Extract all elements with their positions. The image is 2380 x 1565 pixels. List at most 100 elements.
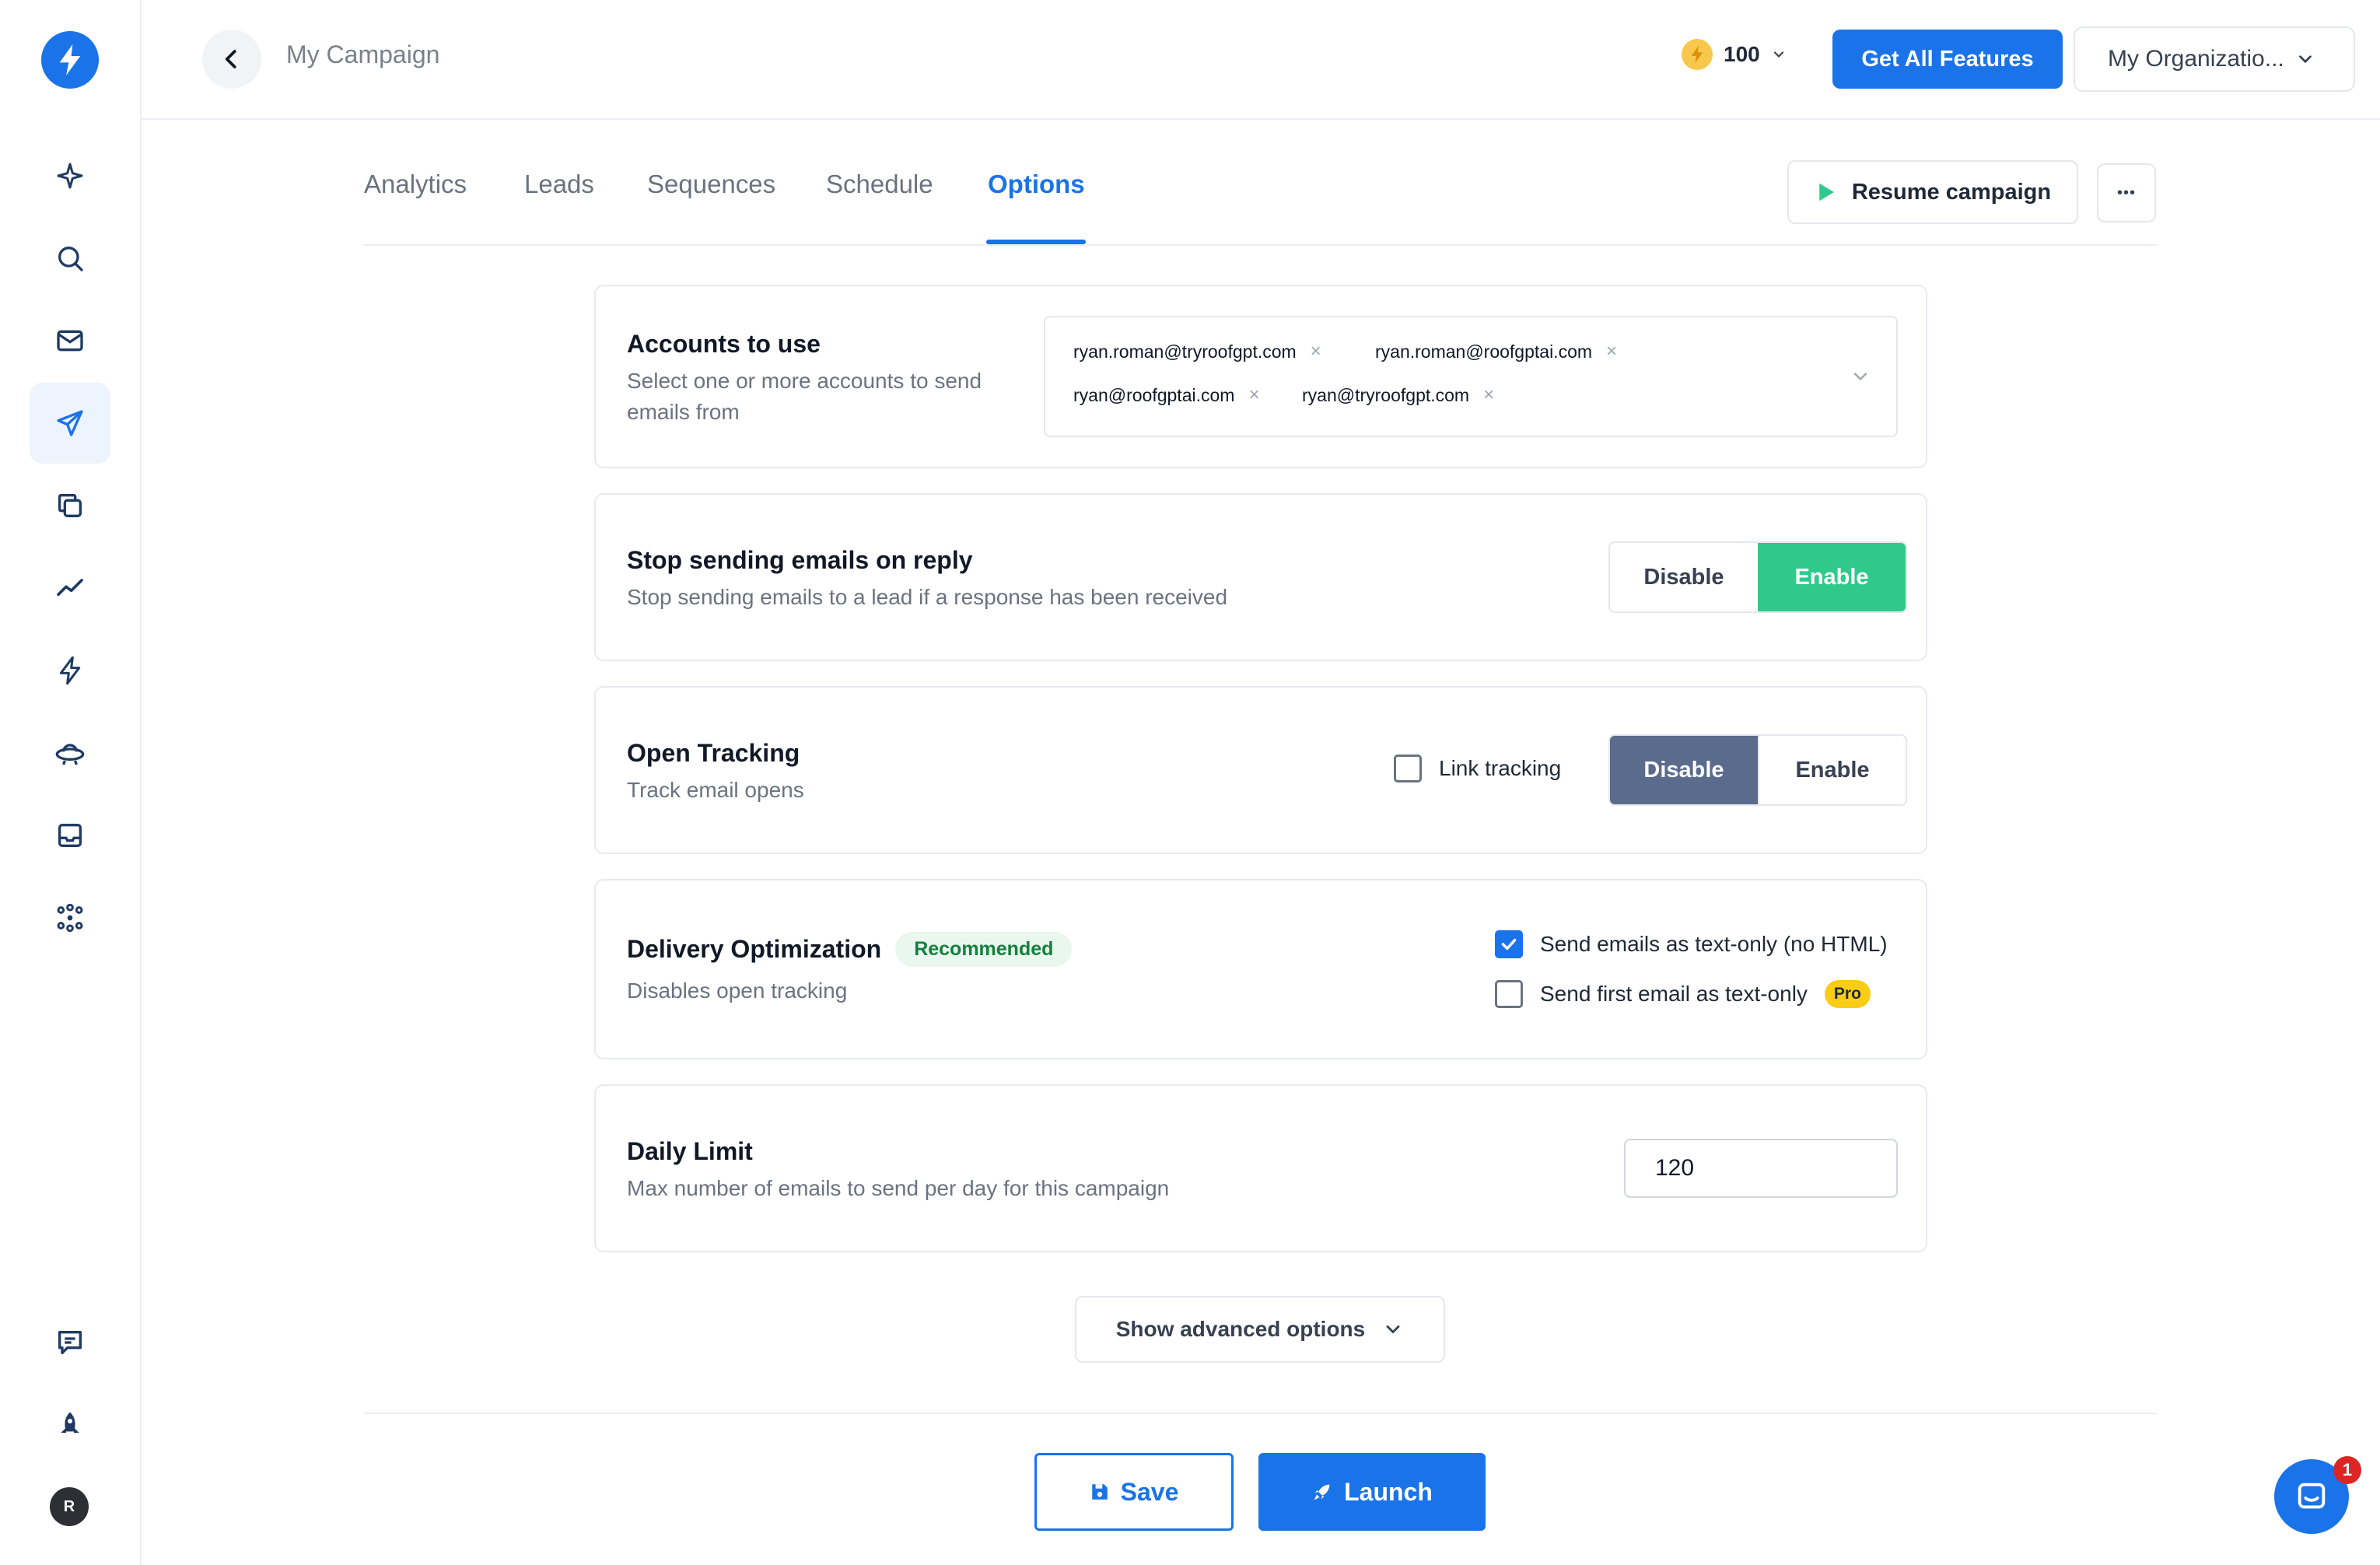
resume-campaign-label: Resume campaign [1851,179,2052,205]
show-advanced-options-label: Show advanced options [1115,1317,1366,1341]
remove-account-icon[interactable]: × [1248,384,1259,406]
stop-on-reply-card: Stop sending emails on reply Stop sendin… [594,493,1927,661]
nav-getting-started[interactable] [30,1385,110,1465]
account-chip: ryan@tryroofgpt.com × [1302,384,1494,406]
coin-icon [1682,39,1713,70]
launch-label: Launch [1344,1477,1433,1506]
rocket-icon [1314,1484,1330,1500]
stop-on-reply-toggle: Disable Enable [1608,541,1907,613]
daily-limit-title: Daily Limit [627,1137,753,1165]
nav-automations[interactable] [30,630,110,711]
daily-limit-description: Max number of emails to send per day for… [627,1176,1170,1200]
nav-integrations[interactable] [30,877,110,958]
accounts-description: Select one or more accounts to send emai… [627,369,982,424]
chevron-down-icon [2298,55,2312,64]
save-label: Save [1120,1477,1179,1506]
delivery-title-row: Delivery Optimization Recommended [627,932,1073,967]
nav-analytics[interactable] [30,548,110,628]
tab-sequences[interactable]: Sequences [647,170,775,199]
credits-dropdown[interactable]: 100 [1682,39,1787,70]
mail-icon [57,330,83,352]
open-tracking-title: Open Tracking [627,739,800,767]
tab-leads[interactable]: Leads [524,170,594,199]
app-logo[interactable] [41,31,99,89]
organization-select[interactable]: My Organizatio... [2074,26,2355,92]
open-tracking-disable-button[interactable]: Disable [1610,736,1758,804]
open-tracking-enable-button[interactable]: Enable [1758,736,1906,804]
link-tracking-checkbox[interactable] [1394,754,1422,782]
more-options-icon: ••• [2116,184,2136,201]
checkmark-icon [1501,938,1517,951]
inbox-icon [58,824,82,847]
lightning-logo-icon [59,44,81,75]
send-icon [57,410,83,436]
lightning-icon [59,656,81,685]
accounts-card: Accounts to use Select one or more accou… [594,285,1927,468]
launch-button[interactable]: Launch [1258,1453,1486,1531]
text-only-checkbox[interactable] [1495,930,1523,958]
sidebar: R [0,0,142,1565]
save-button[interactable]: Save [1034,1453,1234,1531]
floppy-disk-icon [1091,1484,1108,1500]
page-title: My Campaign [286,40,440,68]
integrations-icon [57,903,83,933]
chevron-down-icon[interactable] [1850,366,1871,387]
first-text-only-option[interactable]: Send first email as text-only Pro [1495,980,1871,1008]
show-advanced-options-button[interactable]: Show advanced options [1075,1296,1445,1363]
analytics-icon [57,579,83,597]
play-icon [1819,183,1834,201]
tab-schedule[interactable]: Schedule [826,170,933,199]
get-all-features-button[interactable]: Get All Features [1832,30,2063,89]
first-text-only-checkbox[interactable] [1495,980,1523,1008]
link-tracking-label: Link tracking [1439,756,1562,780]
remove-account-icon[interactable]: × [1483,384,1494,406]
organization-name: My Organizatio... [2108,46,2284,72]
chat-unread-badge: 1 [2333,1456,2361,1484]
account-email: ryan.roman@tryroofgpt.com [1073,341,1297,362]
daily-limit-input[interactable] [1624,1139,1898,1198]
nav-templates[interactable] [30,465,110,546]
link-tracking-option[interactable]: Link tracking [1394,754,1561,782]
nav-search[interactable] [30,218,110,299]
more-options-button[interactable]: ••• [2097,163,2156,222]
delivery-optimization-card: Delivery Optimization Recommended Disabl… [594,879,1927,1059]
nav-ai-agents[interactable] [30,135,110,216]
account-email: ryan.roman@roofgptai.com [1375,341,1593,362]
back-button[interactable] [202,30,261,89]
remove-account-icon[interactable]: × [1311,341,1321,362]
stop-on-reply-disable-button[interactable]: Disable [1610,543,1758,611]
nav-email[interactable] [30,300,110,381]
chat-icon [2298,1483,2326,1509]
accounts-select[interactable]: ryan.roman@tryroofgpt.com × ryan.roman@r… [1044,316,1898,437]
copy-icon [58,494,82,517]
nav-feedback[interactable] [30,1302,110,1383]
delivery-title: Delivery Optimization [627,935,882,963]
pro-badge: Pro [1824,980,1871,1008]
active-tab-indicator [986,240,1086,244]
resume-campaign-button[interactable]: Resume campaign [1787,160,2078,224]
avatar[interactable]: R [50,1487,89,1526]
remove-account-icon[interactable]: × [1606,341,1617,362]
nav-ufo[interactable] [30,712,110,793]
nav-campaigns[interactable] [30,383,110,464]
stop-on-reply-enable-button[interactable]: Enable [1758,543,1906,611]
open-tracking-toggle: Disable Enable [1608,734,1907,806]
recommended-badge: Recommended [895,932,1073,967]
ufo-icon [55,744,85,765]
open-tracking-description: Track email opens [627,778,804,802]
text-only-label: Send emails as text-only (no HTML) [1540,932,1888,956]
tab-analytics[interactable]: Analytics [364,170,467,199]
feedback-icon [58,1331,82,1354]
chevron-down-icon [1386,1325,1400,1334]
nav-unibox[interactable] [30,795,110,876]
daily-limit-card: Daily Limit Max number of emails to send… [594,1084,1927,1252]
account-email: ryan@tryroofgpt.com [1302,384,1470,405]
chevron-left-icon [225,50,236,68]
chevron-down-icon [1773,51,1783,58]
rocket-icon [61,1412,79,1433]
tab-options[interactable]: Options [988,170,1085,199]
text-only-option[interactable]: Send emails as text-only (no HTML) [1495,930,1888,958]
stop-on-reply-description: Stop sending emails to a lead if a respo… [627,585,1228,609]
search-icon [58,247,83,271]
account-chip: ryan.roman@roofgptai.com × [1375,341,1617,362]
